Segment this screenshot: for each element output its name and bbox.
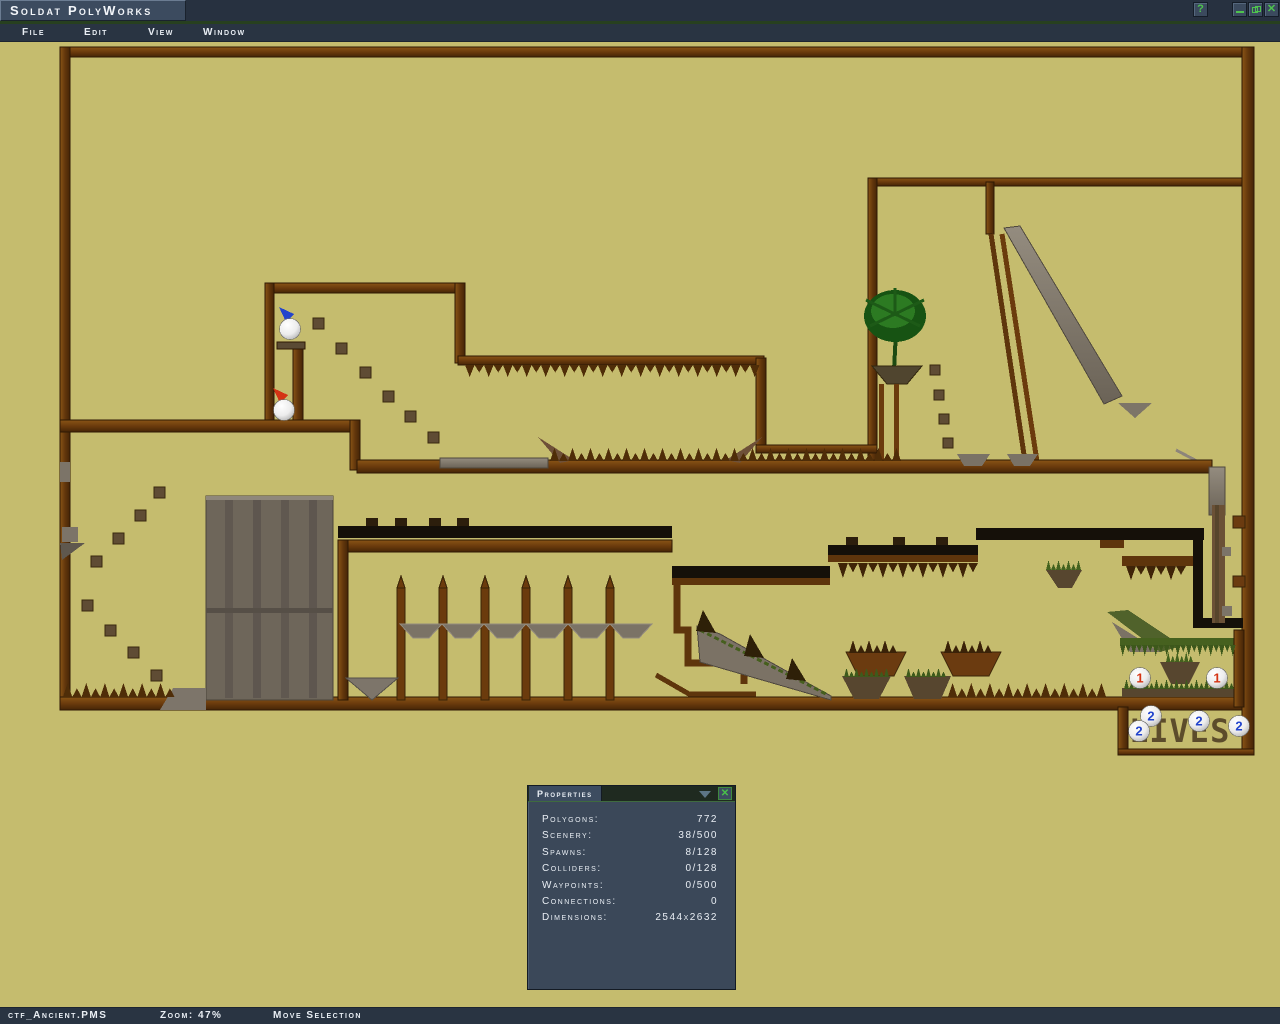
property-row-waypoints: Waypoints:0/500: [542, 880, 718, 896]
properties-tab-label: Properties: [537, 789, 593, 799]
svg-text:2: 2: [1195, 714, 1202, 729]
menu-edit[interactable]: Edit: [84, 27, 108, 38]
close-icon: ✕: [1267, 3, 1276, 15]
svg-text:1: 1: [1136, 671, 1143, 686]
status-filename: ctf_Ancient.PMS: [8, 1010, 107, 1021]
properties-list: Polygons:772 Scenery:38/500 Spawns:8/128…: [528, 802, 735, 929]
menu-view[interactable]: View: [148, 27, 174, 38]
minimize-icon: [1236, 11, 1244, 13]
window-title-block: Soldat PolyWorks: [0, 0, 186, 21]
spawn-marker-team2[interactable]: 2: [1129, 721, 1150, 742]
svg-text:2: 2: [1147, 709, 1154, 724]
properties-tab[interactable]: Properties: [529, 786, 602, 801]
help-button[interactable]: ?: [1193, 2, 1208, 17]
properties-panel-header: Properties ✕: [528, 786, 735, 802]
property-row-colliders: Colliders:0/128: [542, 863, 718, 879]
panel-close-button[interactable]: ✕: [718, 787, 732, 800]
minimize-button[interactable]: [1232, 2, 1247, 17]
menu-bar: File Edit View Window: [0, 24, 1280, 42]
spawn-marker-team2[interactable]: 2: [1229, 716, 1250, 737]
properties-panel: Properties ✕ Polygons:772 Scenery:38/500…: [527, 785, 736, 990]
svg-text:2: 2: [1135, 724, 1142, 739]
panel-dropdown-icon[interactable]: [699, 791, 711, 798]
spawn-marker-team1[interactable]: 1: [1207, 668, 1228, 689]
property-row-polygons: Polygons:772: [542, 814, 718, 830]
title-bar: Soldat PolyWorks ? ✕: [0, 0, 1280, 21]
property-row-scenery: Scenery:38/500: [542, 830, 718, 846]
svg-text:2: 2: [1235, 719, 1242, 734]
status-mode: Move Selection: [273, 1010, 362, 1021]
svg-text:1: 1: [1213, 671, 1220, 686]
spawn-marker-team1[interactable]: 1: [1130, 668, 1151, 689]
help-icon: ?: [1197, 3, 1204, 15]
restore-button[interactable]: [1248, 2, 1263, 17]
property-row-spawns: Spawns:8/128: [542, 847, 718, 863]
property-row-connections: Connections:0: [542, 896, 718, 912]
property-row-dimensions: Dimensions:2544x2632: [542, 912, 718, 928]
menu-file[interactable]: File: [22, 27, 45, 38]
map-canvas[interactable]: LIVES 112222 Properties ✕ Polygons:772 S…: [0, 42, 1280, 1007]
window-title: Soldat PolyWorks: [10, 3, 152, 18]
spawn-marker-team2[interactable]: 2: [1189, 711, 1210, 732]
status-zoom: Zoom: 47%: [160, 1010, 222, 1021]
close-button[interactable]: ✕: [1264, 2, 1279, 17]
status-bar: ctf_Ancient.PMS Zoom: 47% Move Selection: [0, 1007, 1280, 1024]
menu-window[interactable]: Window: [203, 27, 246, 38]
